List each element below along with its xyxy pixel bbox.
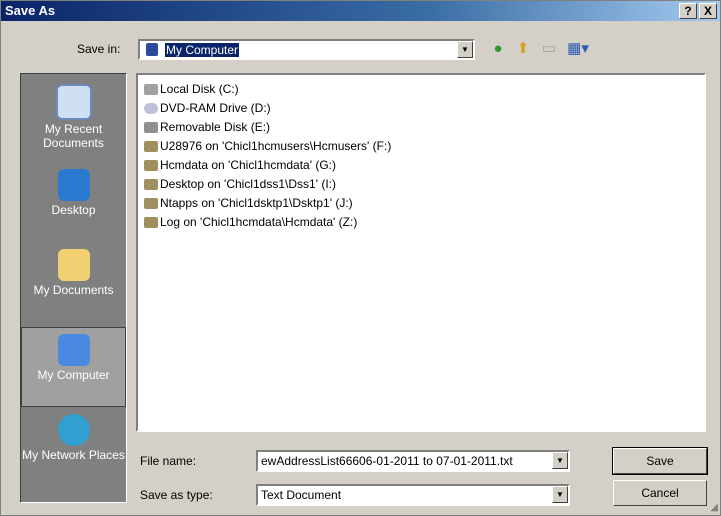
places-bar: My Recent Documents Desktop My Documents… [20, 73, 127, 503]
network-drive-icon [144, 198, 158, 210]
list-item[interactable]: DVD-RAM Drive (D:) [144, 100, 271, 117]
dvd-drive-icon [144, 103, 158, 115]
list-item[interactable]: Ntapps on 'Chicl1dsktp1\Dsktp1' (J:) [144, 195, 353, 212]
my-computer-icon [57, 334, 90, 366]
close-button[interactable]: X [699, 3, 717, 19]
place-label: My Recent Documents [43, 122, 104, 150]
new-folder-icon[interactable]: ▭ [539, 39, 559, 59]
back-icon[interactable]: ● [488, 39, 508, 59]
removable-disk-icon [144, 122, 158, 134]
save-as-type-label: Save as type: [140, 488, 213, 502]
list-item[interactable]: Desktop on 'Chicl1dss1\Dss1' (I:) [144, 176, 336, 193]
place-my-documents[interactable]: My Documents [21, 249, 126, 297]
dialog-title: Save As [5, 3, 56, 18]
place-label: My Network Places [22, 448, 125, 462]
place-label: My Computer [37, 368, 110, 382]
list-item[interactable]: Removable Disk (E:) [144, 119, 270, 136]
network-drive-icon [144, 141, 158, 153]
place-label: My Documents [33, 283, 114, 297]
place-desktop[interactable]: Desktop [21, 169, 126, 217]
file-list[interactable]: Local Disk (C:) DVD-RAM Drive (D:) Remov… [136, 73, 706, 432]
chevron-down-icon[interactable]: ▼ [457, 41, 473, 58]
save-in-label: Save in: [77, 42, 121, 56]
list-item[interactable]: Log on 'Chicl1hcmdata\Hcmdata' (Z:) [144, 214, 357, 231]
save-in-value: My Computer [165, 43, 240, 57]
resize-grip-icon[interactable]: ◢ [710, 502, 718, 513]
file-name-label: File name: [140, 454, 197, 468]
place-my-recent-documents[interactable]: My Recent Documents [21, 84, 126, 150]
up-folder-icon[interactable]: ⬆ [513, 39, 533, 59]
place-my-computer[interactable]: My Computer [21, 327, 126, 407]
help-button[interactable]: ? [679, 3, 697, 19]
title-bar[interactable]: Save As ? X [1, 1, 720, 21]
recent-documents-icon [55, 84, 92, 120]
list-item[interactable]: U28976 on 'Chicl1hcmusers\Hcmusers' (F:) [144, 138, 391, 155]
save-as-type-value: Text Document [261, 488, 342, 502]
place-label: Desktop [51, 203, 96, 217]
my-documents-icon [57, 249, 90, 281]
file-name-input[interactable]: ewAddressList66606-01-2011 to 07-01-2011… [256, 450, 570, 472]
list-item[interactable]: Local Disk (C:) [144, 81, 239, 98]
save-as-type-select[interactable]: Text Document ▼ [256, 484, 570, 506]
place-my-network-places[interactable]: My Network Places [21, 414, 126, 462]
save-in-dropdown[interactable]: My Computer ▼ [138, 39, 475, 60]
network-places-icon [57, 414, 90, 446]
save-as-dialog: Save As ? X Save in: My Computer ▼ ● ⬆ ▭… [0, 0, 721, 516]
list-item[interactable]: Hcmdata on 'Chicl1hcmdata' (G:) [144, 157, 336, 174]
my-computer-small-icon [146, 43, 158, 56]
cancel-button[interactable]: Cancel [613, 480, 707, 506]
network-drive-icon [144, 160, 158, 172]
network-drive-icon [144, 179, 158, 191]
network-drive-icon [144, 217, 158, 229]
file-name-value: ewAddressList66606-01-2011 to 07-01-2011… [261, 454, 513, 468]
desktop-icon [57, 169, 90, 201]
view-menu-icon[interactable]: ▦▾ [564, 39, 592, 59]
save-button[interactable]: Save [612, 447, 708, 475]
chevron-down-icon[interactable]: ▼ [552, 452, 568, 469]
hard-drive-icon [144, 84, 158, 96]
chevron-down-icon[interactable]: ▼ [552, 486, 568, 503]
